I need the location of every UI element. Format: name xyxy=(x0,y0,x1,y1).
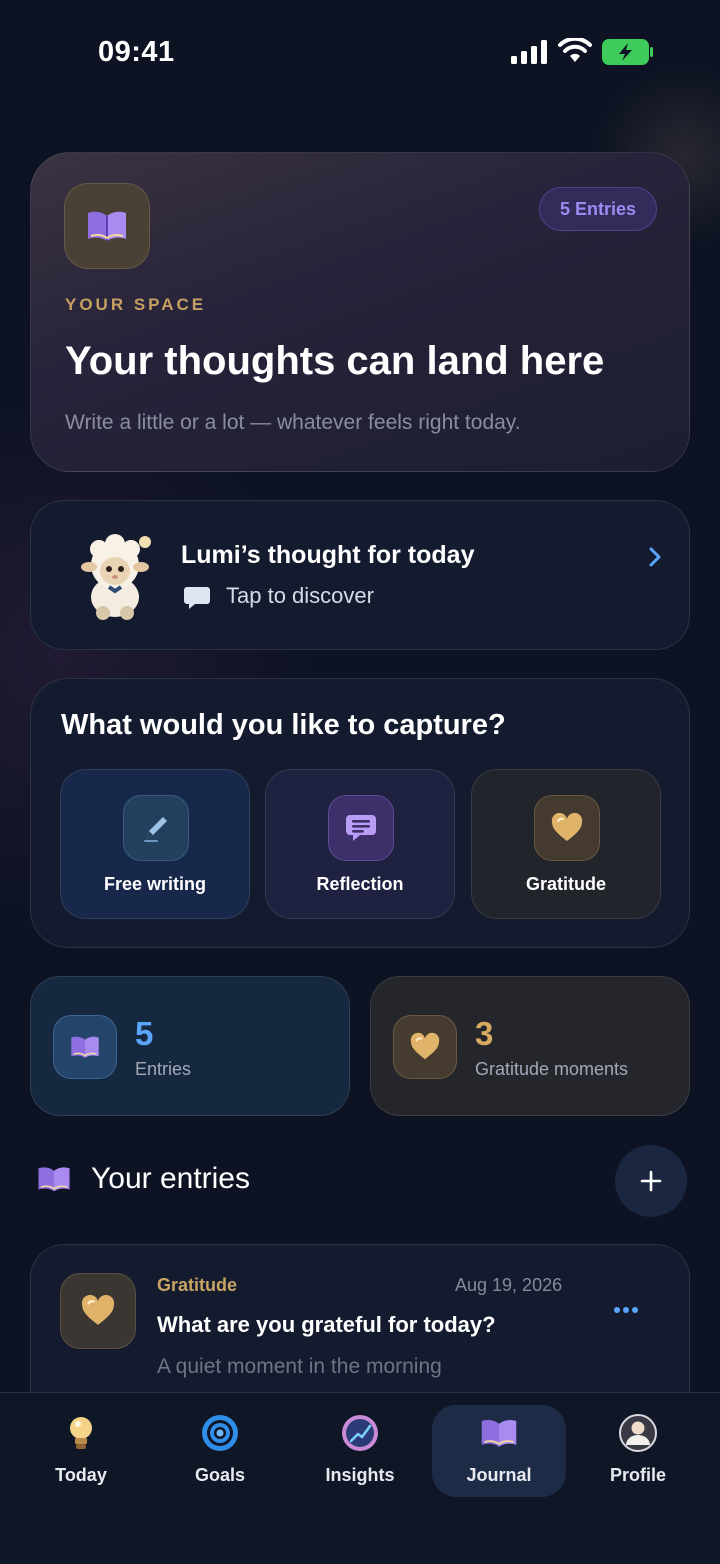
nav-label-journal: Journal xyxy=(466,1465,532,1485)
your-entries-title: Your entries xyxy=(91,1162,250,1195)
nav-item-today[interactable]: Today xyxy=(14,1405,148,1497)
gratitude-stat-label: Gratitude moments xyxy=(475,1059,629,1079)
entry-title: What are you grateful for today? xyxy=(157,1312,496,1337)
nav-label-insights: Insights xyxy=(325,1465,395,1485)
more-options-icon[interactable] xyxy=(613,1305,639,1315)
book-icon xyxy=(88,211,126,241)
nav-label-today: Today xyxy=(55,1465,107,1485)
lumi-title: Lumi’s thought for today xyxy=(181,541,475,569)
gratitude-stat-value: 3 xyxy=(475,1015,494,1052)
heart-icon xyxy=(410,1032,440,1060)
gratitude-icon-box xyxy=(534,795,600,861)
gratitude-option[interactable]: Gratitude xyxy=(471,769,661,919)
bottom-navigation: Today Goals Insights Journal Profile xyxy=(0,1392,720,1564)
hero-title: Your thoughts can land here xyxy=(65,339,605,383)
lumi-subtitle: Tap to discover xyxy=(226,583,374,608)
cellular-signal-icon xyxy=(511,40,547,64)
hero-eyebrow: YOUR SPACE xyxy=(65,295,207,314)
gratitude-stat-card: 3 Gratitude moments xyxy=(370,976,690,1116)
hero-subtitle: Write a little or a lot — whatever feels… xyxy=(65,411,521,434)
nav-item-profile[interactable]: Profile xyxy=(571,1405,705,1497)
entries-stat-card: 5 Entries xyxy=(30,976,350,1116)
entries-stat-value: 5 xyxy=(135,1015,154,1052)
lightbulb-icon xyxy=(70,1417,92,1449)
entry-icon-box xyxy=(60,1273,136,1349)
nav-item-journal[interactable]: Journal xyxy=(432,1405,566,1497)
book-icon xyxy=(38,1167,70,1192)
entry-date: Aug 19, 2026 xyxy=(455,1275,563,1295)
nav-item-goals[interactable]: Goals xyxy=(153,1405,287,1497)
battery-charging-icon xyxy=(602,39,653,65)
free-writing-icon-box xyxy=(123,795,189,861)
book-icon xyxy=(71,1036,99,1058)
target-icon xyxy=(202,1415,238,1451)
status-time: 09:41 xyxy=(98,36,175,68)
nav-label-goals: Goals xyxy=(194,1465,246,1485)
book-icon xyxy=(481,1420,517,1447)
pen-icon xyxy=(144,817,167,842)
wifi-icon xyxy=(558,38,592,62)
entry-preview: A quiet moment in the morning xyxy=(157,1355,442,1378)
entries-stat-label: Entries xyxy=(135,1059,192,1079)
plus-icon xyxy=(640,1170,662,1192)
nav-label-profile: Profile xyxy=(609,1465,666,1485)
gratitude-label: Gratitude xyxy=(525,874,606,894)
gratitude-stat-icon-box xyxy=(393,1015,457,1079)
chevron-right-icon xyxy=(649,547,661,567)
capture-title: What would you like to capture? xyxy=(61,709,506,741)
journal-hero-card: 5 Entries YOUR SPACE Your thoughts can l… xyxy=(30,152,690,472)
add-entry-button[interactable] xyxy=(615,1145,687,1217)
hero-book-icon-box xyxy=(64,183,150,269)
reflection-option[interactable]: Reflection xyxy=(265,769,455,919)
status-bar: 09:41 xyxy=(0,0,720,100)
speech-bubble-icon xyxy=(346,815,376,841)
lumi-thought-card[interactable]: Lumi’s thought for today Tap to discover xyxy=(30,500,690,650)
free-writing-option[interactable]: Free writing xyxy=(60,769,250,919)
entries-count-badge: 5 Entries xyxy=(539,187,657,231)
entry-category: Gratitude xyxy=(157,1275,238,1295)
capture-card: What would you like to capture? Free wri… xyxy=(30,678,690,948)
lumi-sheep-avatar xyxy=(81,534,151,620)
speech-bubble-icon xyxy=(184,587,210,609)
reflection-label: Reflection xyxy=(316,874,404,894)
person-icon xyxy=(619,1414,657,1452)
reflection-icon-box xyxy=(328,795,394,861)
heart-icon xyxy=(81,1294,115,1325)
free-writing-label: Free writing xyxy=(103,874,206,894)
entries-stat-icon-box xyxy=(53,1015,117,1079)
nav-item-insights[interactable]: Insights xyxy=(293,1405,427,1497)
chart-icon xyxy=(342,1415,378,1451)
heart-icon xyxy=(551,812,583,841)
